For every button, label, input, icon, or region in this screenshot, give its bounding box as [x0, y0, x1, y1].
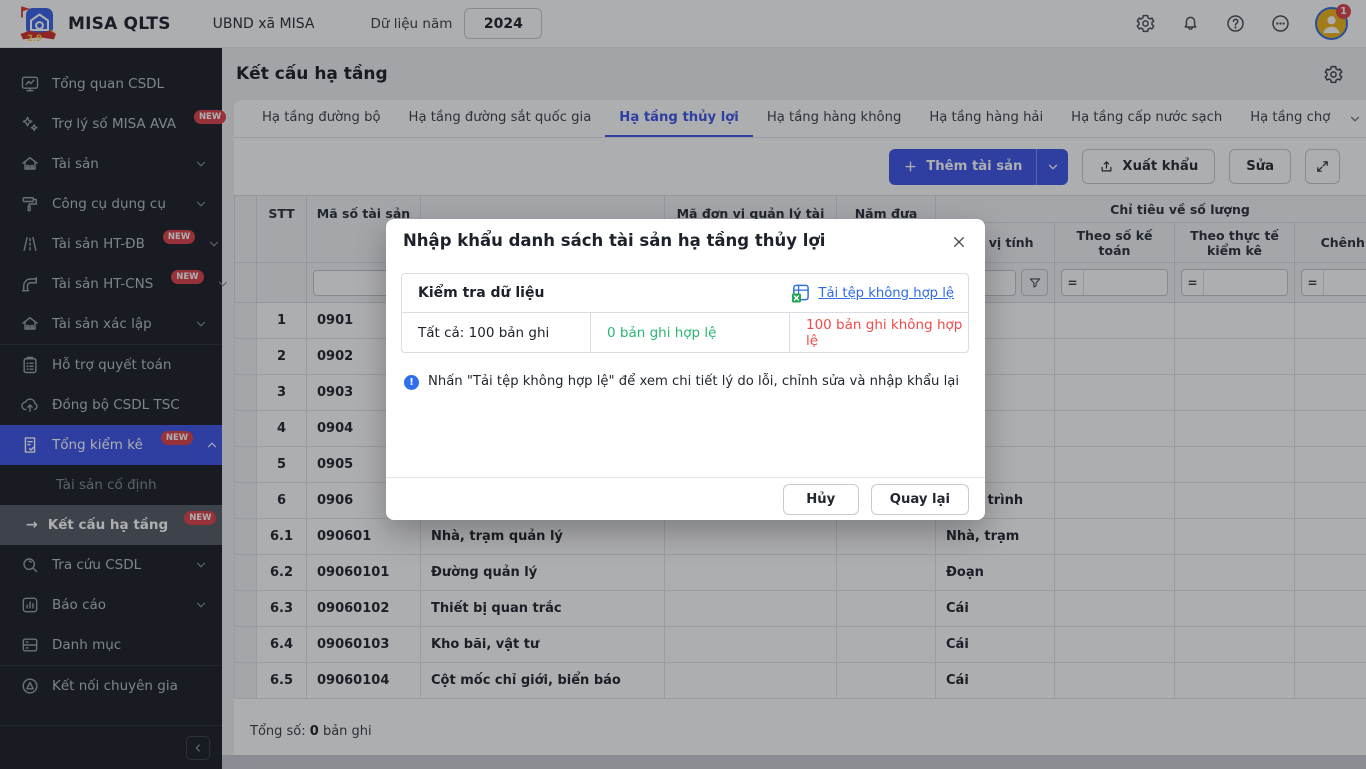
- summary-total: Tất cả: 100 bản ghi: [402, 313, 591, 352]
- modal-footer: Hủy Quay lại: [386, 477, 985, 520]
- summary-invalid: 100 bản ghi không hợp lệ: [790, 313, 968, 352]
- excel-file-icon: [791, 284, 810, 303]
- import-result-modal: Nhập khẩu danh sách tài sản hạ tầng thủy…: [386, 219, 985, 520]
- cancel-button[interactable]: Hủy: [783, 484, 859, 515]
- back-button[interactable]: Quay lại: [871, 484, 969, 515]
- summary-valid: 0 bản ghi hợp lệ: [591, 313, 790, 352]
- close-icon[interactable]: [948, 231, 970, 253]
- modal-note: ! Nhấn "Tải tệp không hợp lệ" để xem chi…: [404, 374, 965, 390]
- check-data-label: Kiểm tra dữ liệu: [418, 285, 544, 301]
- check-result-box: Kiểm tra dữ liệu Tải tệp không hợp lệ Tấ…: [401, 273, 969, 353]
- download-invalid-file-link[interactable]: Tải tệp không hợp lệ: [791, 284, 954, 303]
- modal-title: Nhập khẩu danh sách tài sản hạ tầng thủy…: [403, 231, 825, 250]
- info-icon: !: [404, 375, 419, 390]
